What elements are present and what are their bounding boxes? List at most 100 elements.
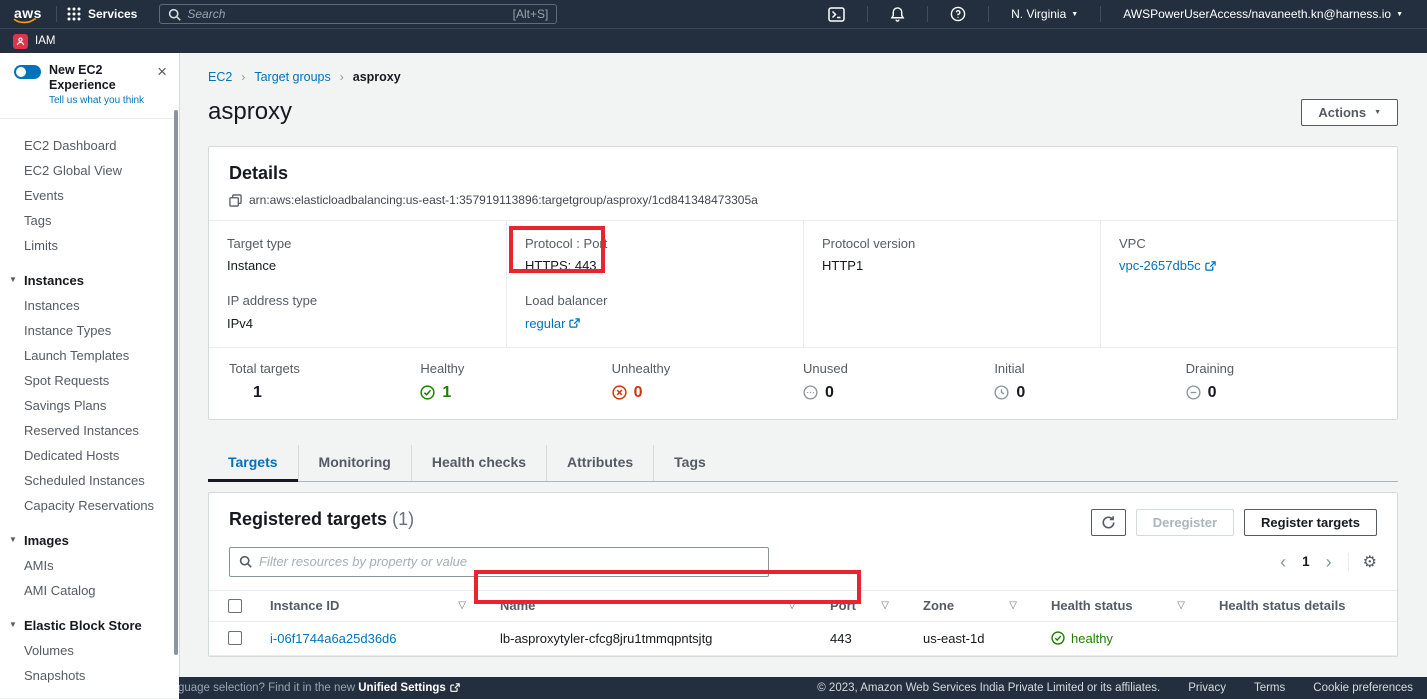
stat-label-healthy: Healthy <box>420 361 611 376</box>
breadcrumb-chevron-icon: › <box>340 70 344 84</box>
sidebar-item-capacity-reservations[interactable]: Capacity Reservations <box>24 493 179 518</box>
new-experience-label: New EC2 Experience <box>49 63 153 93</box>
breadcrumb-ec2[interactable]: EC2 <box>208 70 232 84</box>
register-targets-button[interactable]: Register targets <box>1244 509 1377 536</box>
privacy-link[interactable]: Privacy <box>1188 682 1226 694</box>
sidebar-item-scheduled-instances[interactable]: Scheduled Instances <box>24 468 179 493</box>
stat-value-draining: 0 <box>1208 384 1217 402</box>
sidebar-item-amis[interactable]: AMIs <box>24 553 179 578</box>
sidebar-section-images[interactable]: ▼Images <box>24 528 179 553</box>
search-icon <box>239 555 252 568</box>
instance-id-link[interactable]: i-06f1744a6a25d36d6 <box>270 631 397 646</box>
global-search[interactable]: [Alt+S] <box>159 4 557 24</box>
deregister-button[interactable]: Deregister <box>1136 509 1234 536</box>
tab-attributes[interactable]: Attributes <box>546 445 653 481</box>
close-icon[interactable]: × <box>157 63 167 80</box>
field-label-target-type: Target type <box>227 235 488 253</box>
row-checkbox[interactable] <box>228 631 242 645</box>
stat-value-unused: 0 <box>825 384 834 402</box>
new-ec2-experience-toggle[interactable] <box>14 65 41 79</box>
vpc-link[interactable]: vpc-2657db5c <box>1119 257 1216 275</box>
sidebar-item-ami-catalog[interactable]: AMI Catalog <box>24 578 179 603</box>
load-balancer-link[interactable]: regular <box>525 315 580 333</box>
sort-icon[interactable]: ▽ <box>458 600 466 611</box>
table-settings-gear-icon[interactable]: ⚙ <box>1363 552 1377 572</box>
stat-label-unhealthy: Unhealthy <box>612 361 803 376</box>
breadcrumb-target-groups[interactable]: Target groups <box>254 70 330 84</box>
chevron-down-icon: ▼ <box>1374 109 1381 116</box>
stat-value-total-targets: 1 <box>253 384 262 402</box>
sidebar-item-savings-plans[interactable]: Savings Plans <box>24 393 179 418</box>
tab-targets[interactable]: Targets <box>208 445 298 481</box>
column-header-port[interactable]: Port <box>830 598 856 613</box>
check-circle-icon <box>1051 631 1065 645</box>
breadcrumb: EC2 › Target groups › asproxy <box>208 70 1398 84</box>
sidebar-item-limits[interactable]: Limits <box>24 233 179 258</box>
aws-smile-icon <box>13 18 37 25</box>
tab-tags[interactable]: Tags <box>653 445 726 481</box>
column-header-health-status[interactable]: Health status <box>1051 598 1133 613</box>
main-content: EC2 › Target groups › asproxy asproxy Ac… <box>180 53 1427 677</box>
sidebar-item-instances[interactable]: Instances <box>24 293 179 318</box>
region-selector[interactable]: N. Virginia ▼ <box>999 7 1090 21</box>
sidebar-scrollbar[interactable] <box>174 110 178 655</box>
tell-us-link[interactable]: Tell us what you think <box>49 95 153 106</box>
ec2-sidebar: New EC2 Experience Tell us what you thin… <box>0 53 180 677</box>
x-circle-icon <box>612 385 627 400</box>
filter-input[interactable] <box>259 554 759 569</box>
sidebar-item-ec2-dashboard[interactable]: EC2 Dashboard <box>24 133 179 158</box>
sidebar-item-snapshots[interactable]: Snapshots <box>24 663 179 688</box>
tab-health-checks[interactable]: Health checks <box>411 445 546 481</box>
copy-icon[interactable] <box>229 194 242 207</box>
sidebar-item-instance-types[interactable]: Instance Types <box>24 318 179 343</box>
column-header-name[interactable]: Name <box>500 598 535 613</box>
sidebar-item-launch-templates[interactable]: Launch Templates <box>24 343 179 368</box>
notifications-button[interactable] <box>878 6 917 22</box>
sort-icon[interactable]: ▽ <box>788 600 796 611</box>
help-button[interactable] <box>938 6 978 22</box>
field-label-load-balancer: Load balancer <box>525 292 785 310</box>
stat-label-draining: Draining <box>1186 361 1377 376</box>
search-input[interactable] <box>187 7 506 21</box>
stat-label-initial: Initial <box>994 361 1185 376</box>
target-zone: us-east-1d <box>923 631 984 646</box>
services-label: Services <box>88 7 137 21</box>
cookie-preferences-link[interactable]: Cookie preferences <box>1313 682 1413 694</box>
field-label-protocol-port: Protocol : Port <box>525 235 785 253</box>
external-link-icon <box>569 318 580 329</box>
terms-link[interactable]: Terms <box>1254 682 1285 694</box>
select-all-checkbox[interactable] <box>228 599 242 613</box>
filter-box <box>229 547 769 577</box>
details-grid: Target type Instance IP address type IPv… <box>209 220 1397 347</box>
sidebar-section-instances[interactable]: ▼Instances <box>24 268 179 293</box>
field-value-protocol-version: HTTP1 <box>822 257 1082 275</box>
account-menu[interactable]: AWSPowerUserAccess/navaneeth.kn@harness.… <box>1111 7 1415 21</box>
sidebar-section-elastic-block-store[interactable]: ▼Elastic Block Store <box>24 613 179 638</box>
sort-icon[interactable]: ▽ <box>1009 600 1017 611</box>
sidebar-item-ec2-global-view[interactable]: EC2 Global View <box>24 158 179 183</box>
current-page-number[interactable]: 1 <box>1302 554 1310 569</box>
column-header-instance-id[interactable]: Instance ID <box>270 598 339 613</box>
sort-icon[interactable]: ▽ <box>881 600 889 611</box>
sidebar-item-tags[interactable]: Tags <box>24 208 179 233</box>
favorite-iam-link[interactable]: IAM <box>35 35 55 47</box>
tab-monitoring[interactable]: Monitoring <box>298 445 411 481</box>
sidebar-item-events[interactable]: Events <box>24 183 179 208</box>
actions-button[interactable]: Actions ▼ <box>1301 99 1398 126</box>
region-label: N. Virginia <box>1011 7 1066 21</box>
refresh-button[interactable] <box>1091 509 1126 536</box>
next-page-icon[interactable]: › <box>1324 553 1334 571</box>
unified-settings-link[interactable]: Unified Settings <box>358 682 460 694</box>
breadcrumb-chevron-icon: › <box>241 70 245 84</box>
services-menu-button[interactable]: Services <box>67 7 137 21</box>
column-header-zone[interactable]: Zone <box>923 598 954 613</box>
sidebar-item-dedicated-hosts[interactable]: Dedicated Hosts <box>24 443 179 468</box>
previous-page-icon[interactable]: ‹ <box>1278 553 1288 571</box>
aws-logo[interactable]: aws <box>12 5 46 24</box>
sidebar-item-spot-requests[interactable]: Spot Requests <box>24 368 179 393</box>
sidebar-item-volumes[interactable]: Volumes <box>24 638 179 663</box>
sidebar-item-reserved-instances[interactable]: Reserved Instances <box>24 418 179 443</box>
target-group-arn: arn:aws:elasticloadbalancing:us-east-1:3… <box>249 193 758 207</box>
cloudshell-button[interactable] <box>816 7 857 22</box>
sort-icon[interactable]: ▽ <box>1177 600 1185 611</box>
